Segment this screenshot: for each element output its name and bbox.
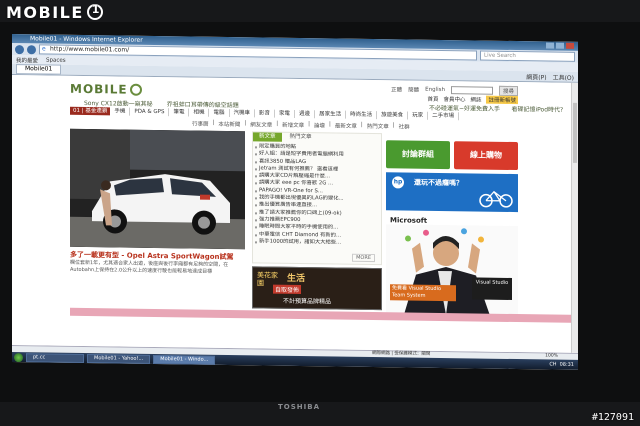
sub-menu-item[interactable]: 新增文章 (282, 121, 304, 129)
article-items: 限定購買的地點 好人組：請是短字費用者電腦網利用 喜訊3850 贈品LAG Je… (253, 143, 381, 247)
lang-simplified[interactable]: 簡體 (408, 86, 419, 94)
article-list: 新文章 熱門文章 限定購買的地點 好人組：請是短字費用者電腦網利用 喜訊3850… (252, 131, 382, 266)
lifestyle-banner[interactable]: 美花家園 生活 自取發佈 不計預算品牌精品 (252, 266, 382, 311)
hero-description: 欄位套新1年，尤其適合家人出遊，後座與後行李廂都有足夠的空間，在Autobahn… (70, 259, 229, 275)
window-controls (546, 42, 574, 49)
tab-hot-articles[interactable]: 熱門文章 (284, 133, 318, 142)
article-tabs: 新文章 熱門文章 (253, 132, 381, 143)
minimize-button[interactable] (546, 42, 554, 49)
status-text: 網際網路 | 受保護模式：關閉 (372, 351, 431, 357)
menu-item[interactable]: 玩家 (412, 111, 429, 120)
menu-item[interactable]: 家電 (279, 109, 296, 118)
screen: Mobile01 - Windows Internet Explorer htt… (12, 34, 578, 370)
banner-line: 不計預算品牌精品 (283, 297, 332, 306)
watermark-logo: MOBILE (6, 2, 103, 22)
hero-image[interactable] (70, 128, 245, 250)
banner-tag: 自取發佈 (273, 284, 302, 295)
menu-item[interactable]: 時尚生活 (350, 110, 378, 120)
sub-menu-item[interactable]: 行事曆 (192, 120, 209, 128)
menu-item[interactable]: 電腦 (213, 108, 230, 118)
favorites-menu[interactable]: 我的最愛 (16, 56, 38, 64)
watermark-id: #127091 (591, 412, 634, 423)
blog-link[interactable]: 網誌 (470, 95, 481, 103)
input-language[interactable]: CH (549, 362, 556, 368)
forum-button[interactable]: 討論群組 (386, 140, 450, 170)
microsoft-ad-caption: 免費看 Visual Studio Team System (390, 284, 456, 302)
tab-new-articles[interactable]: 新文章 (253, 132, 282, 142)
menu-item[interactable]: 影音 (259, 109, 276, 118)
sub-menu-item[interactable]: 網友文章 (250, 120, 272, 128)
hp-ad-banner[interactable]: hp 還玩不過癮嗎？ (386, 172, 518, 213)
scrollbar-thumb[interactable] (573, 102, 577, 163)
menu-item[interactable]: 手機 (114, 107, 131, 116)
system-tray: CH 08:31 (549, 362, 578, 368)
menu-item[interactable]: PDA & GPS (134, 107, 170, 117)
hp-logo-icon: hp (392, 176, 404, 189)
spaces-button[interactable]: Spaces (46, 57, 66, 63)
site-search-button[interactable]: 搜尋 (498, 85, 518, 97)
sub-menu-item[interactable]: 本站新聞 (218, 120, 240, 128)
search-input[interactable]: Live Search (480, 50, 575, 62)
menu-item[interactable]: 汽機車 (233, 109, 256, 118)
visual-studio-logo: Visual Studio (472, 277, 512, 300)
menu-item[interactable]: 旅遊美食 (381, 111, 409, 120)
zoom-level[interactable]: 100% (545, 353, 558, 359)
maximize-button[interactable] (556, 42, 564, 49)
close-button[interactable] (566, 42, 574, 49)
hp-ad-text: 還玩不過癮嗎？ (414, 178, 463, 188)
taskbar-item[interactable]: Mobile01 - Yahoo!... (87, 353, 151, 364)
page-menu[interactable]: 網頁(P) (526, 72, 546, 81)
monitor-brand: TOSHIBA (278, 403, 320, 411)
command-bar: 網頁(P) 工具(O) (526, 72, 574, 82)
tab-mobile01[interactable]: Mobile01 (16, 64, 62, 75)
shop-button[interactable]: 線上購物 (454, 141, 518, 171)
microsoft-ad-banner[interactable]: Microsoft 免費看 Visual Studio Team System … (386, 214, 518, 317)
site-search-input[interactable] (450, 86, 493, 95)
car-photo (70, 128, 245, 250)
menu-item-current[interactable]: 01 | 基金連鎖 (70, 106, 111, 116)
sub-menu-item[interactable]: 論壇 (314, 121, 325, 129)
sub-menu-item[interactable]: 社群 (399, 122, 410, 130)
start-button[interactable] (14, 352, 23, 362)
lang-traditional[interactable]: 正體 (391, 85, 402, 93)
taskbar-item-active[interactable]: Mobile01 - Windo... (153, 354, 216, 365)
list-item[interactable]: 新手1000的試用，諸如大大給些... (253, 238, 381, 247)
menu-item[interactable]: 二手市場 (432, 111, 460, 121)
web-page: MOBILE 正體 簡體 English 搜尋 首頁 會員中心 網誌 註冊新帳號… (12, 75, 578, 353)
menu-item[interactable]: 週邊 (299, 110, 316, 119)
home-link[interactable]: 首頁 (427, 95, 438, 103)
vertical-scrollbar[interactable] (571, 82, 578, 353)
sub-menu-item[interactable]: 最新文章 (335, 122, 357, 130)
menu-item[interactable]: 居家生活 (319, 110, 347, 119)
banner-title: 生活 (287, 273, 306, 285)
menu-item[interactable]: 筆電 (173, 108, 190, 117)
window-title: Mobile01 - Windows Internet Explorer (30, 35, 143, 44)
clock[interactable]: 08:31 (560, 362, 574, 368)
bicycle-icon (479, 190, 513, 208)
forward-button[interactable] (27, 44, 36, 54)
tools-menu[interactable]: 工具(O) (553, 72, 574, 81)
site-logo[interactable]: MOBILE (70, 82, 142, 97)
more-button[interactable]: MORE (352, 253, 375, 263)
taskbar-item[interactable]: pt.cc (26, 352, 84, 363)
sub-menu: 行事曆 | 本站新聞 | 網友文章 | 新增文章 | 論壇 | 最新文章 | 熱門文章 | 社… (192, 119, 410, 131)
sub-menu-item[interactable]: 熱門文章 (367, 122, 389, 130)
back-button[interactable] (15, 44, 24, 54)
menu-item[interactable]: 相機 (193, 108, 210, 117)
lang-english[interactable]: English (425, 87, 445, 93)
